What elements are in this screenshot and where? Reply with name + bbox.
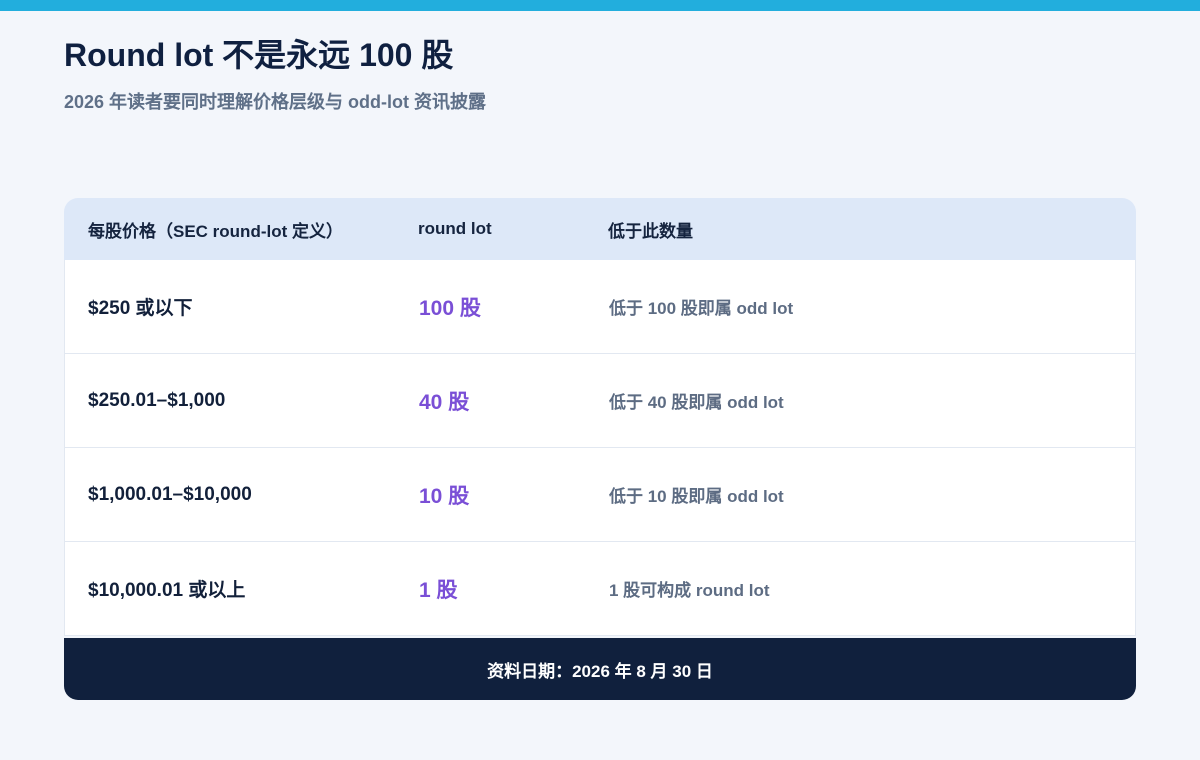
column-header-price: 每股价格（SEC round-lot 定义）	[88, 221, 343, 241]
cell-price: $10,000.01 或以上	[88, 580, 246, 601]
table-header: 每股价格（SEC round-lot 定义） round lot 低于此数量	[64, 198, 1136, 260]
cell-below: 低于 100 股即属 odd lot	[609, 299, 794, 318]
cell-round-lot: 1 股	[419, 578, 458, 602]
data-date-footer: 资料日期：2026 年 8 月 30 日	[64, 638, 1136, 700]
cell-price: $250.01–$1,000	[88, 389, 226, 411]
page-header: Round lot 不是永远 100 股 2026 年读者要同时理解价格层级与 …	[64, 34, 1136, 114]
table-row: $10,000.01 或以上 1 股 1 股可构成 round lot	[64, 542, 1136, 636]
cell-below: 低于 40 股即属 odd lot	[609, 393, 784, 412]
table-row: $1,000.01–$10,000 10 股 低于 10 股即属 odd lot	[64, 448, 1136, 542]
cell-round-lot: 10 股	[419, 484, 470, 508]
page-title: Round lot 不是永远 100 股	[64, 37, 454, 73]
cell-round-lot: 100 股	[419, 296, 481, 320]
round-lot-table: 每股价格（SEC round-lot 定义） round lot 低于此数量 $…	[64, 198, 1136, 636]
column-header-below: 低于此数量	[608, 221, 693, 241]
cell-round-lot: 40 股	[419, 390, 470, 414]
top-accent-bar	[0, 0, 1200, 11]
data-date-label: 资料日期：2026 年 8 月 30 日	[487, 661, 713, 681]
cell-below: 低于 10 股即属 odd lot	[609, 487, 784, 506]
table-row: $250.01–$1,000 40 股 低于 40 股即属 odd lot	[64, 354, 1136, 448]
cell-price: $1,000.01–$10,000	[88, 483, 252, 505]
column-header-round-lot: round lot	[418, 219, 492, 238]
cell-price: $250 或以下	[88, 298, 193, 319]
cell-below: 1 股可构成 round lot	[609, 581, 770, 600]
table-row: $250 或以下 100 股 低于 100 股即属 odd lot	[64, 260, 1136, 354]
page-subtitle: 2026 年读者要同时理解价格层级与 odd-lot 资讯披露	[64, 92, 487, 112]
